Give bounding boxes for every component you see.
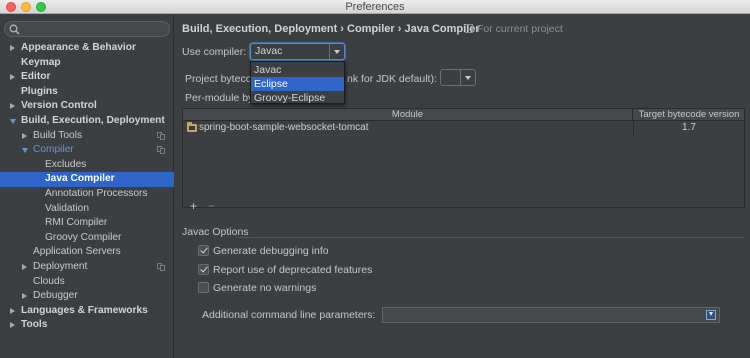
sidebar-item-label: Application Servers [33, 246, 121, 258]
chevron-down-icon[interactable] [460, 70, 475, 85]
search-icon [9, 24, 20, 35]
expanded-arrow-icon[interactable] [22, 148, 28, 154]
target-version-cell[interactable]: 1.7 [634, 122, 744, 133]
compiler-option-eclipse[interactable]: Eclipse [251, 77, 344, 91]
sidebar-item-label: Java Compiler [45, 173, 115, 185]
sidebar-item-label: Excludes [45, 158, 87, 170]
compiler-option-groovy-eclipse[interactable]: Groovy-Eclipse [251, 91, 344, 105]
project-settings-icon [157, 146, 165, 155]
sidebar-item[interactable]: Tools [0, 318, 174, 333]
scope-indicator: For current project [465, 23, 563, 35]
sidebar-item-label: Editor [21, 71, 51, 83]
generate-debug-info-checkbox[interactable] [198, 245, 209, 256]
additional-params-input[interactable] [382, 307, 720, 323]
generate-debug-info-label[interactable]: Generate debugging info [213, 245, 329, 257]
report-deprecated-label[interactable]: Report use of deprecated features [213, 264, 372, 276]
collapsed-arrow-icon[interactable] [10, 103, 15, 110]
sidebar-item[interactable]: Application Servers [0, 245, 174, 260]
sidebar-item-label: Appearance & Behavior [21, 42, 136, 53]
sidebar-item[interactable]: Version Control [0, 99, 174, 114]
window-title: Preferences [345, 1, 405, 13]
expand-field-icon[interactable] [706, 310, 716, 320]
sidebar-item-label: Keymap [21, 56, 61, 68]
sidebar-item-label: Debugger [33, 290, 78, 302]
sidebar-item-label: RMI Compiler [45, 217, 108, 229]
per-module-label: Per-module by [185, 92, 254, 104]
sidebar-item-label: Build Tools [33, 129, 83, 141]
sidebar-item[interactable]: Java Compiler [0, 172, 174, 187]
compiler-option-javac[interactable]: Javac [251, 63, 344, 77]
generate-no-warnings-checkbox[interactable] [198, 282, 209, 293]
add-module-button[interactable]: + [190, 200, 197, 212]
table-row[interactable]: spring-boot-sample-websocket-tomcat 1.7 [183, 121, 744, 136]
collapsed-arrow-icon[interactable] [10, 322, 15, 329]
sidebar-item[interactable]: Appearance & Behavior [0, 41, 174, 56]
sidebar-item-label: Validation [45, 202, 89, 214]
project-scope-icon [465, 24, 473, 33]
sidebar-item[interactable]: Build, Execution, Deployment [0, 114, 174, 129]
sidebar-item-label: Version Control [21, 100, 97, 112]
breadcrumb: Build, Execution, Deployment › Compiler … [182, 23, 480, 35]
table-header: Module Target bytecode version [183, 109, 744, 121]
settings-sidebar: Appearance & Behavior Keymap Editor Plugins… [0, 15, 174, 358]
expanded-arrow-icon[interactable] [10, 119, 16, 124]
remove-module-button[interactable]: − [208, 200, 215, 212]
sidebar-item-label: Compiler [33, 144, 74, 156]
sidebar-item[interactable]: Deployment [0, 260, 174, 275]
chevron-down-icon[interactable] [329, 44, 344, 59]
title-bar: Preferences [0, 0, 750, 14]
sidebar-item[interactable]: Plugins [0, 85, 174, 100]
sidebar-item[interactable]: Build Tools [0, 129, 174, 144]
sidebar-item[interactable]: Languages & Frameworks [0, 304, 174, 319]
collapsed-arrow-icon[interactable] [22, 293, 27, 300]
project-bytecode-combo[interactable] [440, 69, 476, 86]
report-deprecated-checkbox[interactable] [198, 264, 209, 275]
collapsed-arrow-icon[interactable] [10, 45, 15, 51]
sidebar-item-label: Languages & Frameworks [21, 304, 148, 316]
module-name-cell: spring-boot-sample-websocket-tomcat [199, 122, 369, 133]
scope-label: For current project [477, 23, 563, 35]
sidebar-item[interactable]: Clouds [0, 275, 174, 290]
collapsed-arrow-icon[interactable] [10, 307, 15, 314]
section-divider [236, 237, 745, 238]
settings-search-input[interactable] [4, 21, 170, 37]
sidebar-item[interactable]: Excludes [0, 158, 174, 173]
compiler-dropdown-list: Javac Eclipse Groovy-Eclipse [250, 61, 345, 104]
sidebar-item[interactable]: Editor [0, 70, 174, 85]
collapsed-arrow-icon[interactable] [22, 264, 27, 270]
sidebar-item[interactable]: RMI Compiler [0, 216, 174, 231]
project-settings-icon [157, 263, 165, 271]
project-settings-icon [157, 131, 165, 140]
java-compiler-panel: Build, Execution, Deployment › Compiler … [175, 15, 750, 358]
sidebar-item-label: Build, Execution, Deployment [21, 115, 165, 126]
sidebar-item-label: Deployment [33, 261, 88, 272]
project-bytecode-label: Project bytecod [185, 73, 258, 85]
collapsed-arrow-icon[interactable] [22, 132, 27, 139]
use-compiler-combo[interactable]: Javac [250, 43, 345, 60]
sidebar-item-label: Clouds [33, 275, 65, 287]
sidebar-item[interactable]: Debugger [0, 289, 174, 304]
sidebar-item[interactable]: Annotation Processors [0, 187, 174, 202]
additional-params-label: Additional command line parameters: [202, 309, 376, 321]
per-module-bytecode-table[interactable]: Module Target bytecode version spring-bo… [182, 108, 745, 208]
sidebar-item-label: Annotation Processors [45, 188, 148, 199]
use-compiler-label: Use compiler: [182, 46, 247, 58]
sidebar-item[interactable]: Keymap [0, 56, 174, 71]
sidebar-item-label: Groovy Compiler [45, 231, 122, 243]
collapsed-arrow-icon[interactable] [10, 74, 15, 81]
sidebar-item-label: Tools [21, 319, 48, 331]
use-compiler-value: Javac [255, 45, 283, 57]
column-header-target[interactable]: Target bytecode version [634, 109, 744, 121]
column-header-module[interactable]: Module [183, 109, 633, 121]
module-folder-icon [187, 122, 197, 132]
sidebar-item[interactable]: Validation [0, 202, 174, 217]
sidebar-item[interactable]: Groovy Compiler [0, 231, 174, 246]
sidebar-item-label: Plugins [21, 85, 58, 97]
sidebar-item[interactable]: Compiler [0, 143, 174, 158]
project-bytecode-label-tail: nk for JDK default): [347, 73, 437, 85]
generate-no-warnings-label[interactable]: Generate no warnings [213, 282, 316, 294]
